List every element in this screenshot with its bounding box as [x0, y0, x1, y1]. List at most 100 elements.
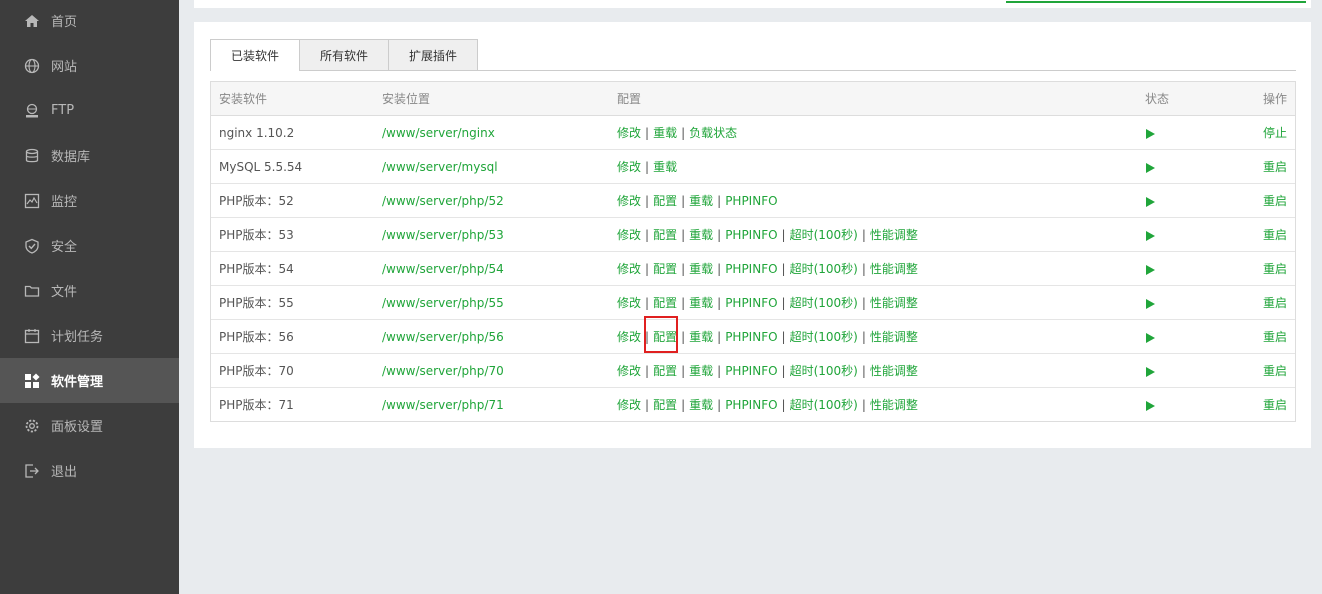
config-link[interactable]: 超时(100秒): [790, 260, 858, 277]
monitor-icon: [24, 193, 40, 209]
config-link[interactable]: 超时(100秒): [790, 226, 858, 243]
restart-stop-button[interactable]: 重启: [1263, 328, 1287, 345]
config-link[interactable]: 重载: [689, 328, 713, 345]
restart-stop-button[interactable]: 重启: [1263, 294, 1287, 311]
restart-stop-button[interactable]: 重启: [1263, 396, 1287, 413]
sidebar-item-2[interactable]: FTP: [0, 88, 179, 133]
config-link[interactable]: 负载状态: [689, 124, 737, 141]
link-separator: |: [781, 227, 786, 242]
restart-stop-button[interactable]: 重启: [1263, 158, 1287, 175]
calendar-icon: [24, 328, 40, 344]
operation-link[interactable]: 重启: [1263, 150, 1287, 183]
tab-plugins[interactable]: 扩展插件: [388, 39, 478, 70]
tab-installed[interactable]: 已装软件: [210, 39, 300, 71]
config-link[interactable]: 重载: [653, 158, 677, 175]
config-link[interactable]: 重载: [689, 226, 713, 243]
operation-link[interactable]: 重启: [1263, 218, 1287, 251]
link-separator: |: [861, 397, 866, 412]
config-link[interactable]: PHPINFO: [725, 330, 777, 344]
config-link[interactable]: 超时(100秒): [790, 328, 858, 345]
config-link[interactable]: 重载: [689, 362, 713, 379]
config-link[interactable]: 超时(100秒): [790, 294, 858, 311]
config-link[interactable]: 重载: [689, 260, 713, 277]
operation-link[interactable]: 重启: [1263, 184, 1287, 217]
status-cell: [1145, 286, 1155, 319]
restart-stop-button[interactable]: 停止: [1263, 124, 1287, 141]
operation-link[interactable]: 重启: [1263, 354, 1287, 387]
config-link[interactable]: 配置: [653, 362, 677, 379]
config-link[interactable]: PHPINFO: [725, 398, 777, 412]
config-link[interactable]: 重载: [689, 396, 713, 413]
play-icon: [1146, 162, 1155, 173]
config-link[interactable]: 性能调整: [870, 260, 918, 277]
software-name: PHP版本：70: [219, 364, 294, 378]
config-link[interactable]: PHPINFO: [725, 194, 777, 208]
header-path: 安装位置: [382, 92, 431, 106]
config-link[interactable]: 修改: [617, 294, 641, 311]
sidebar-item-1[interactable]: 网站: [0, 43, 179, 88]
config-link[interactable]: 性能调整: [870, 396, 918, 413]
restart-stop-button[interactable]: 重启: [1263, 362, 1287, 379]
table-row: PHP版本：70/www/server/php/70 修改 | 配置 | 重载 | PHPIN…: [211, 354, 1295, 388]
config-link[interactable]: 配置: [653, 226, 677, 243]
config-link[interactable]: 重载: [689, 294, 713, 311]
restart-stop-button[interactable]: 重启: [1263, 226, 1287, 243]
sidebar-item-4[interactable]: 监控: [0, 178, 179, 223]
config-link[interactable]: 性能调整: [870, 362, 918, 379]
sidebar-item-10[interactable]: 退出: [0, 448, 179, 493]
config-link[interactable]: 重载: [689, 192, 713, 209]
config-link[interactable]: 配置: [653, 328, 677, 345]
config-link[interactable]: 修改: [617, 328, 641, 345]
sidebar-item-0[interactable]: 首页: [0, 0, 179, 43]
config-link[interactable]: 超时(100秒): [790, 396, 858, 413]
link-separator: |: [681, 227, 686, 242]
config-link[interactable]: 修改: [617, 362, 641, 379]
operation-link[interactable]: 重启: [1263, 286, 1287, 319]
config-link[interactable]: 修改: [617, 158, 641, 175]
config-link[interactable]: 配置: [653, 260, 677, 277]
operation-link[interactable]: 停止: [1263, 116, 1287, 149]
link-separator: |: [781, 363, 786, 378]
config-link[interactable]: 配置: [653, 396, 677, 413]
tab-all-software[interactable]: 所有软件: [299, 39, 389, 70]
search-input[interactable]: [1006, 0, 1306, 3]
link-separator: |: [781, 329, 786, 344]
sidebar-item-7[interactable]: 计划任务: [0, 313, 179, 358]
status-cell: [1145, 388, 1155, 421]
config-link[interactable]: 重载: [653, 124, 677, 141]
sidebar-item-3[interactable]: 数据库: [0, 133, 179, 178]
operation-link[interactable]: 重启: [1263, 252, 1287, 285]
config-link[interactable]: 超时(100秒): [790, 362, 858, 379]
config-link[interactable]: 修改: [617, 226, 641, 243]
link-separator: |: [861, 261, 866, 276]
config-link[interactable]: 配置: [653, 192, 677, 209]
config-link[interactable]: 性能调整: [870, 226, 918, 243]
restart-stop-button[interactable]: 重启: [1263, 192, 1287, 209]
software-panel: 已装软件 所有软件 扩展插件 安装软件 安装位置 配置 状态 操作 nginx …: [194, 22, 1311, 448]
config-link[interactable]: PHPINFO: [725, 228, 777, 242]
link-separator: |: [681, 261, 686, 276]
config-link[interactable]: 修改: [617, 260, 641, 277]
config-link[interactable]: PHPINFO: [725, 296, 777, 310]
config-links: 修改 | 配置 | 重载 | PHPINFO: [617, 184, 778, 217]
table-header: 安装软件 安装位置 配置 状态 操作: [211, 82, 1295, 116]
config-link[interactable]: 性能调整: [870, 328, 918, 345]
config-link[interactable]: PHPINFO: [725, 364, 777, 378]
sidebar-item-9[interactable]: 面板设置: [0, 403, 179, 448]
sidebar-item-5[interactable]: 安全: [0, 223, 179, 268]
operation-link[interactable]: 重启: [1263, 388, 1287, 421]
config-link[interactable]: 修改: [617, 124, 641, 141]
config-links: 修改 | 重载 | 负载状态: [617, 116, 737, 149]
config-link[interactable]: 修改: [617, 192, 641, 209]
operation-link[interactable]: 重启: [1263, 320, 1287, 353]
config-link[interactable]: 修改: [617, 396, 641, 413]
config-link[interactable]: PHPINFO: [725, 262, 777, 276]
software-name: PHP版本：54: [219, 262, 294, 276]
sidebar-item-8[interactable]: 软件管理: [0, 358, 179, 403]
sidebar-item-6[interactable]: 文件: [0, 268, 179, 313]
table-row: PHP版本：53/www/server/php/53 修改 | 配置 | 重载 | PHPIN…: [211, 218, 1295, 252]
software-table: 安装软件 安装位置 配置 状态 操作 nginx 1.10.2/www/serv…: [210, 81, 1296, 422]
config-link[interactable]: 性能调整: [870, 294, 918, 311]
config-link[interactable]: 配置: [653, 294, 677, 311]
restart-stop-button[interactable]: 重启: [1263, 260, 1287, 277]
